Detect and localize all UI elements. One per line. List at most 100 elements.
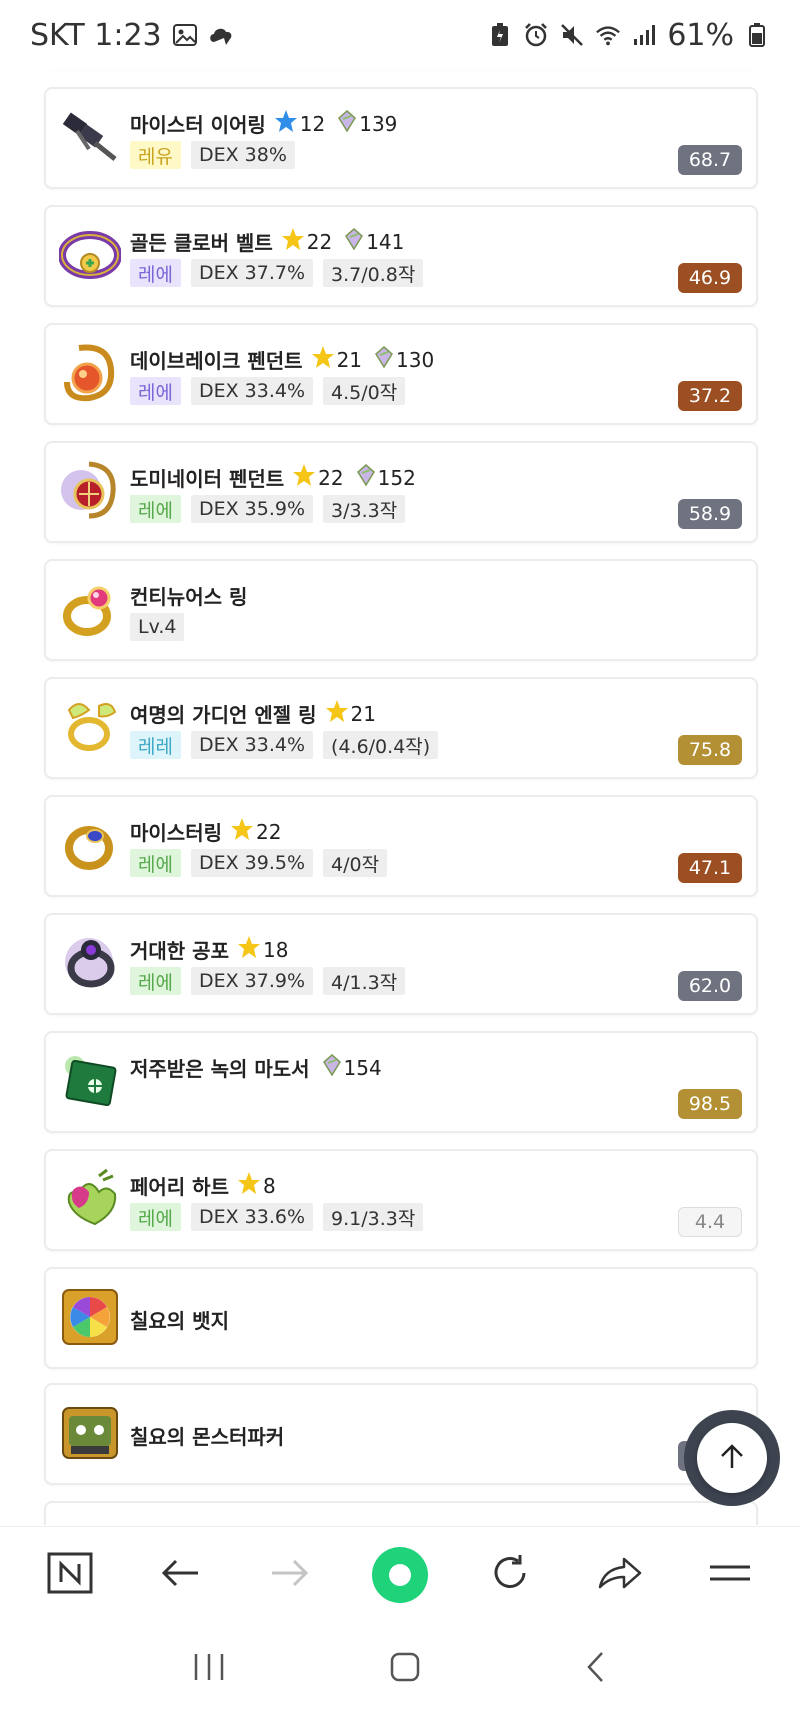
star-count: 21 [336, 347, 363, 372]
soul-level: 141 [366, 229, 405, 254]
soul-gem-icon [356, 464, 376, 491]
scroll-to-top-button[interactable] [684, 1410, 780, 1506]
soul-gem-icon [322, 1054, 342, 1081]
star-icon [281, 227, 305, 256]
list-item[interactable]: 칠요의 몬스터파커 57 [44, 1383, 758, 1485]
angel-ring-icon [58, 695, 122, 759]
stat-tag: DEX 38% [190, 141, 295, 169]
grade-tag: 레에 [130, 1203, 181, 1231]
score-badge: 75.8 [678, 735, 742, 765]
back-button[interactable] [150, 1545, 210, 1605]
item-name: 칠요의 몬스터파커 [130, 1425, 285, 1449]
naver-n-icon [47, 1552, 93, 1598]
list-item[interactable]: 칠요의 뱃지 [44, 1267, 758, 1369]
star-count: 21 [350, 701, 376, 726]
item-name: 데이브레이크 펜던트 [130, 349, 303, 373]
earring-icon [58, 105, 122, 169]
star-count: 22 [318, 465, 344, 490]
battery-icon [744, 22, 770, 48]
item-name: 골든 클로버 벨트 [130, 231, 273, 255]
item-name: 마이스터 이어링 [130, 113, 266, 137]
item-name: 거대한 공포 [130, 939, 229, 963]
home-nav-button[interactable] [389, 1651, 421, 1687]
item-name: 컨티뉴어스 링 [130, 585, 248, 609]
list-item[interactable]: 도미네이터 펜던트 22 152 레에 DEX 35.9% 3/3.3작 58.… [44, 441, 758, 543]
soul-gem-icon [337, 110, 357, 137]
battery-save-icon [487, 22, 513, 48]
status-time: SKT 1:23 [30, 17, 162, 53]
alarm-icon [523, 22, 549, 48]
menu-icon [708, 1561, 752, 1589]
list-item[interactable]: 마이스터 이어링 12 139 레유 DEX 38% 68.7 [44, 87, 758, 189]
heart-icon [58, 1167, 122, 1231]
arrow-up-icon [716, 1440, 748, 1476]
star-icon [325, 699, 349, 728]
item-name: 페어리 하트 [130, 1175, 229, 1199]
gallery-icon [172, 22, 198, 48]
stat-tag: (4.6/0.4작) [323, 731, 439, 759]
stat-tag: 4/1.3작 [323, 967, 406, 995]
refresh-icon [490, 1553, 530, 1597]
stat-tag: DEX 35.9% [190, 495, 314, 523]
star-icon [237, 935, 261, 964]
stat-tag: DEX 37.9% [190, 967, 314, 995]
star-count: 18 [262, 937, 289, 962]
menu-button[interactable] [700, 1545, 760, 1605]
soul-level: 152 [377, 465, 416, 490]
ring-icon [58, 577, 122, 641]
belt-icon [58, 223, 122, 287]
naver-button[interactable] [40, 1545, 100, 1605]
stat-tag: DEX 39.5% [190, 849, 314, 877]
list-item[interactable]: 데이브레이크 펜던트 21 130 레에 DEX 33.4% 4.5/0작 37… [44, 323, 758, 425]
share-button[interactable] [590, 1545, 650, 1605]
meister-ring-icon [58, 813, 122, 877]
soul-level: 139 [359, 111, 398, 136]
star-icon [230, 817, 254, 846]
forward-button[interactable] [260, 1545, 320, 1605]
item-name: 칠요의 뱃지 [130, 1309, 229, 1333]
star-count: 12 [299, 111, 326, 136]
level-tag: Lv.4 [130, 613, 185, 641]
list-item[interactable]: 거대한 공포 18 레에 DEX 37.9% 4/1.3작 62.0 [44, 913, 758, 1015]
battery-percent: 61% [667, 17, 734, 53]
list-item-partial[interactable] [44, 1501, 758, 1525]
score-badge: 58.9 [678, 499, 742, 529]
home-button[interactable] [370, 1545, 430, 1605]
grade-tag: 레에 [130, 259, 181, 287]
score-badge: 98.5 [678, 1089, 742, 1119]
stat-tag: DEX 33.4% [190, 731, 314, 759]
back-nav-button[interactable] [584, 1650, 608, 1688]
stat-tag: 9.1/3.3작 [323, 1203, 424, 1231]
recent-apps-button[interactable] [192, 1652, 226, 1686]
item-list: 마이스터 이어링 12 139 레유 DEX 38% 68.7 골든 클로버 벨… [0, 55, 800, 1525]
star-icon [237, 1171, 261, 1200]
pendant-icon [58, 341, 122, 405]
score-badge: 47.1 [678, 853, 742, 883]
star-icon [274, 109, 298, 138]
browser-toolbar [0, 1526, 800, 1622]
score-badge: 4.4 [678, 1207, 742, 1237]
stat-tag: DEX 37.7% [190, 259, 314, 287]
item-name: 저주받은 녹의 마도서 [130, 1057, 310, 1081]
grade-tag: 레에 [130, 967, 181, 995]
list-item[interactable]: 컨티뉴어스 링 Lv.4 [44, 559, 758, 661]
list-item[interactable]: 저주받은 녹의 마도서 154 98.5 [44, 1031, 758, 1133]
item-name: 여명의 가디언 엔젤 링 [130, 703, 317, 727]
star-count: 22 [306, 229, 333, 254]
score-badge: 62.0 [678, 971, 742, 1001]
stat-tag: DEX 33.6% [190, 1203, 314, 1231]
list-item[interactable]: 마이스터링 22 레에 DEX 39.5% 4/0작 47.1 [44, 795, 758, 897]
stat-tag: 3.7/0.8작 [323, 259, 424, 287]
star-icon [311, 345, 335, 374]
list-item[interactable]: 페어리 하트 8 레에 DEX 33.6% 9.1/3.3작 4.4 [44, 1149, 758, 1251]
star-icon [292, 463, 316, 492]
score-badge: 68.7 [678, 145, 742, 175]
star-count: 22 [256, 819, 282, 844]
status-bar: SKT 1:23 61% [0, 0, 800, 70]
eye-icon [58, 931, 122, 995]
list-item[interactable]: 여명의 가디언 엔젤 링 21 레레 DEX 33.4% (4.6/0.4작) … [44, 677, 758, 779]
cloud-icon [208, 22, 234, 48]
grade-tag: 레에 [130, 377, 181, 405]
list-item[interactable]: 골든 클로버 벨트 22 141 레에 DEX 37.7% 3.7/0.8작 4… [44, 205, 758, 307]
refresh-button[interactable] [480, 1545, 540, 1605]
